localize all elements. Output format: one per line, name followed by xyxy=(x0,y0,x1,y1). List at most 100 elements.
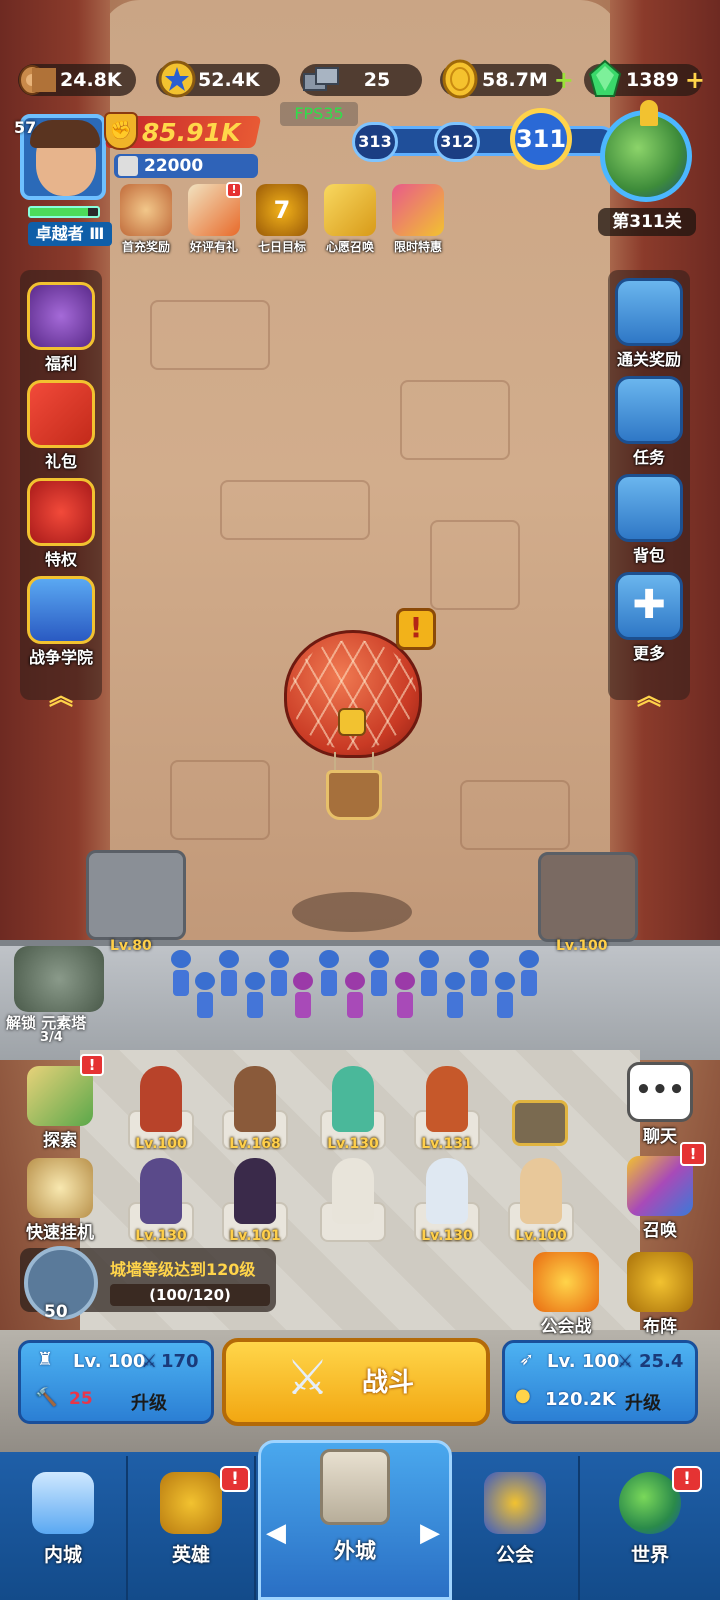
soldier xyxy=(218,950,240,998)
menu-backpack[interactable]: 背包 xyxy=(608,474,690,566)
collapse-right-menu-icon[interactable]: ︽ xyxy=(608,676,690,711)
add-gold-button[interactable]: + xyxy=(554,66,574,94)
stage-node-313[interactable]: 313 xyxy=(352,122,398,162)
menu-gift-pack[interactable]: 礼包 xyxy=(20,380,102,472)
locked-slot-chain-icon[interactable] xyxy=(512,1100,568,1146)
hero-slot[interactable]: Lv.100 xyxy=(504,1158,578,1248)
gift-box-icon xyxy=(392,184,444,236)
collapse-left-menu-icon[interactable]: ︽ xyxy=(20,676,102,711)
menu-stage-reward[interactable]: 通关奖励 xyxy=(608,278,690,370)
tower-level: Lv.100 xyxy=(556,938,608,954)
nav-label: 内城 xyxy=(43,1544,82,1566)
wall-upgrade-button[interactable]: 升级 xyxy=(131,1389,167,1415)
soldier xyxy=(194,972,216,1020)
element-tower-locked[interactable] xyxy=(14,946,104,1012)
menu-war-academy[interactable]: 战争学院 xyxy=(20,576,102,668)
hero-slot[interactable]: Lv.131 xyxy=(410,1066,484,1156)
resource-value: 58.7M xyxy=(482,69,548,91)
nav-guild[interactable]: 公会 xyxy=(452,1456,580,1600)
event-limited-offer[interactable]: 限时特惠 xyxy=(386,184,450,255)
resource-wood[interactable]: 24.8K xyxy=(18,64,136,96)
wall-tower-icon: ♜ xyxy=(37,1349,54,1370)
resource-value: 25 xyxy=(363,69,391,91)
formation-button[interactable]: 布阵 xyxy=(614,1252,706,1337)
event-label: 限时特惠 xyxy=(393,240,442,254)
guild-war-button[interactable]: 公会战 xyxy=(520,1252,612,1337)
archer-upgrade-button[interactable]: 升级 xyxy=(625,1389,661,1415)
resource-gems[interactable]: 1389 + xyxy=(584,59,705,97)
girl-portrait-icon xyxy=(120,184,172,236)
event-wish-summon[interactable]: 心愿召唤 xyxy=(318,184,382,255)
unlock-count: 3/4 xyxy=(40,1030,63,1045)
resource-honor[interactable]: 52.4K xyxy=(156,60,280,98)
hero-slot[interactable]: Lv.168 xyxy=(218,1066,292,1156)
hero-slot[interactable]: Lv.130 xyxy=(410,1158,484,1248)
menu-label: 背包 xyxy=(632,546,665,565)
ground-crack xyxy=(430,520,520,610)
menu-label: 特权 xyxy=(44,550,77,569)
wall-level: Lv. 100 xyxy=(73,1351,146,1372)
ground-crack xyxy=(150,300,270,370)
fight-button[interactable] xyxy=(222,1338,490,1426)
backpack-icon xyxy=(615,474,683,542)
menu-quests[interactable]: 任务 xyxy=(608,376,690,468)
nav-prev-arrow-icon[interactable]: ◀ xyxy=(266,1518,286,1548)
explore-button[interactable]: ! 探索 xyxy=(14,1054,106,1151)
green-gem-icon xyxy=(588,59,622,97)
balloon-shadow xyxy=(292,892,412,932)
wall-upgrade-panel[interactable]: ♜ Lv. 100 ⚔ 170 🔨 25 升级 xyxy=(18,1340,214,1424)
ground-crack xyxy=(170,760,270,840)
flame-tower[interactable] xyxy=(538,852,638,942)
crown-shield-icon xyxy=(27,478,95,546)
soldier xyxy=(244,972,266,1020)
wall-attack: 170 xyxy=(161,1351,199,1372)
button-label: 快速挂机 xyxy=(26,1223,94,1243)
archer-upgrade-panel[interactable]: ➶ Lv. 100 ⚔ 25.4 ● 120.2K 升级 xyxy=(502,1340,698,1424)
event-seven-day[interactable]: 7 七日目标 xyxy=(250,184,314,255)
menu-more[interactable]: ✚ 更多 xyxy=(608,572,690,664)
chat-button[interactable]: ••• 聊天 xyxy=(614,1062,706,1147)
crown-badge-icon xyxy=(27,282,95,350)
stage-node-312[interactable]: 312 xyxy=(434,122,480,162)
resource-iron[interactable]: 25 xyxy=(300,64,422,96)
hero-slot[interactable]: Lv.130 xyxy=(316,1066,390,1156)
notification-badge: ! xyxy=(226,182,242,198)
event-review-gift[interactable]: ! 好评有礼 xyxy=(182,182,246,255)
menu-privilege[interactable]: 特权 xyxy=(20,478,102,570)
ground-crack xyxy=(220,480,370,540)
ballista-tower[interactable] xyxy=(86,850,186,940)
castle-tower-icon xyxy=(320,1449,390,1525)
stage-node-current[interactable]: 311 xyxy=(510,108,572,170)
add-gems-button[interactable]: + xyxy=(685,66,705,94)
map-pin-icon xyxy=(640,100,658,126)
crossed-swords-icon: ⚔ xyxy=(286,1350,330,1406)
nav-next-arrow-icon[interactable]: ▶ xyxy=(420,1518,440,1548)
summon-button[interactable]: ! 召唤 xyxy=(614,1142,706,1241)
crossed-swords-icon xyxy=(533,1252,599,1312)
menu-welfare[interactable]: 福利 xyxy=(20,282,102,374)
player-avatar[interactable]: 57 卓越者 Ⅲ xyxy=(14,114,112,246)
quick-idle-button[interactable]: 快速挂机 xyxy=(14,1158,106,1243)
castle-icon xyxy=(118,156,138,176)
event-first-recharge[interactable]: 首充奖励 xyxy=(114,184,178,255)
hero-slot[interactable]: Lv.101 xyxy=(218,1158,292,1248)
soldier xyxy=(494,972,516,1020)
hero-slot[interactable] xyxy=(316,1158,390,1248)
notification-badge: ! xyxy=(80,1054,104,1076)
hero-slot[interactable]: Lv.130 xyxy=(124,1158,198,1248)
hero-slot[interactable]: Lv.100 xyxy=(124,1066,198,1156)
menu-label: 战争学院 xyxy=(28,648,93,667)
nav-label: 世界 xyxy=(630,1544,669,1566)
hero-level: Lv.100 xyxy=(135,1136,187,1152)
soldier xyxy=(292,972,314,1020)
alert-icon[interactable]: ! xyxy=(396,608,436,650)
resource-gold[interactable]: 58.7M + xyxy=(440,59,574,99)
gift-box-icon xyxy=(27,380,95,448)
soldier xyxy=(444,972,466,1020)
notification-badge: ! xyxy=(680,1142,706,1166)
menu-label: 礼包 xyxy=(44,452,77,471)
nav-inner-city[interactable]: 内城 xyxy=(0,1456,128,1600)
ticket-icon xyxy=(324,184,376,236)
chat-bubble-icon: ••• xyxy=(627,1062,693,1122)
hourglass-icon xyxy=(27,1158,93,1218)
